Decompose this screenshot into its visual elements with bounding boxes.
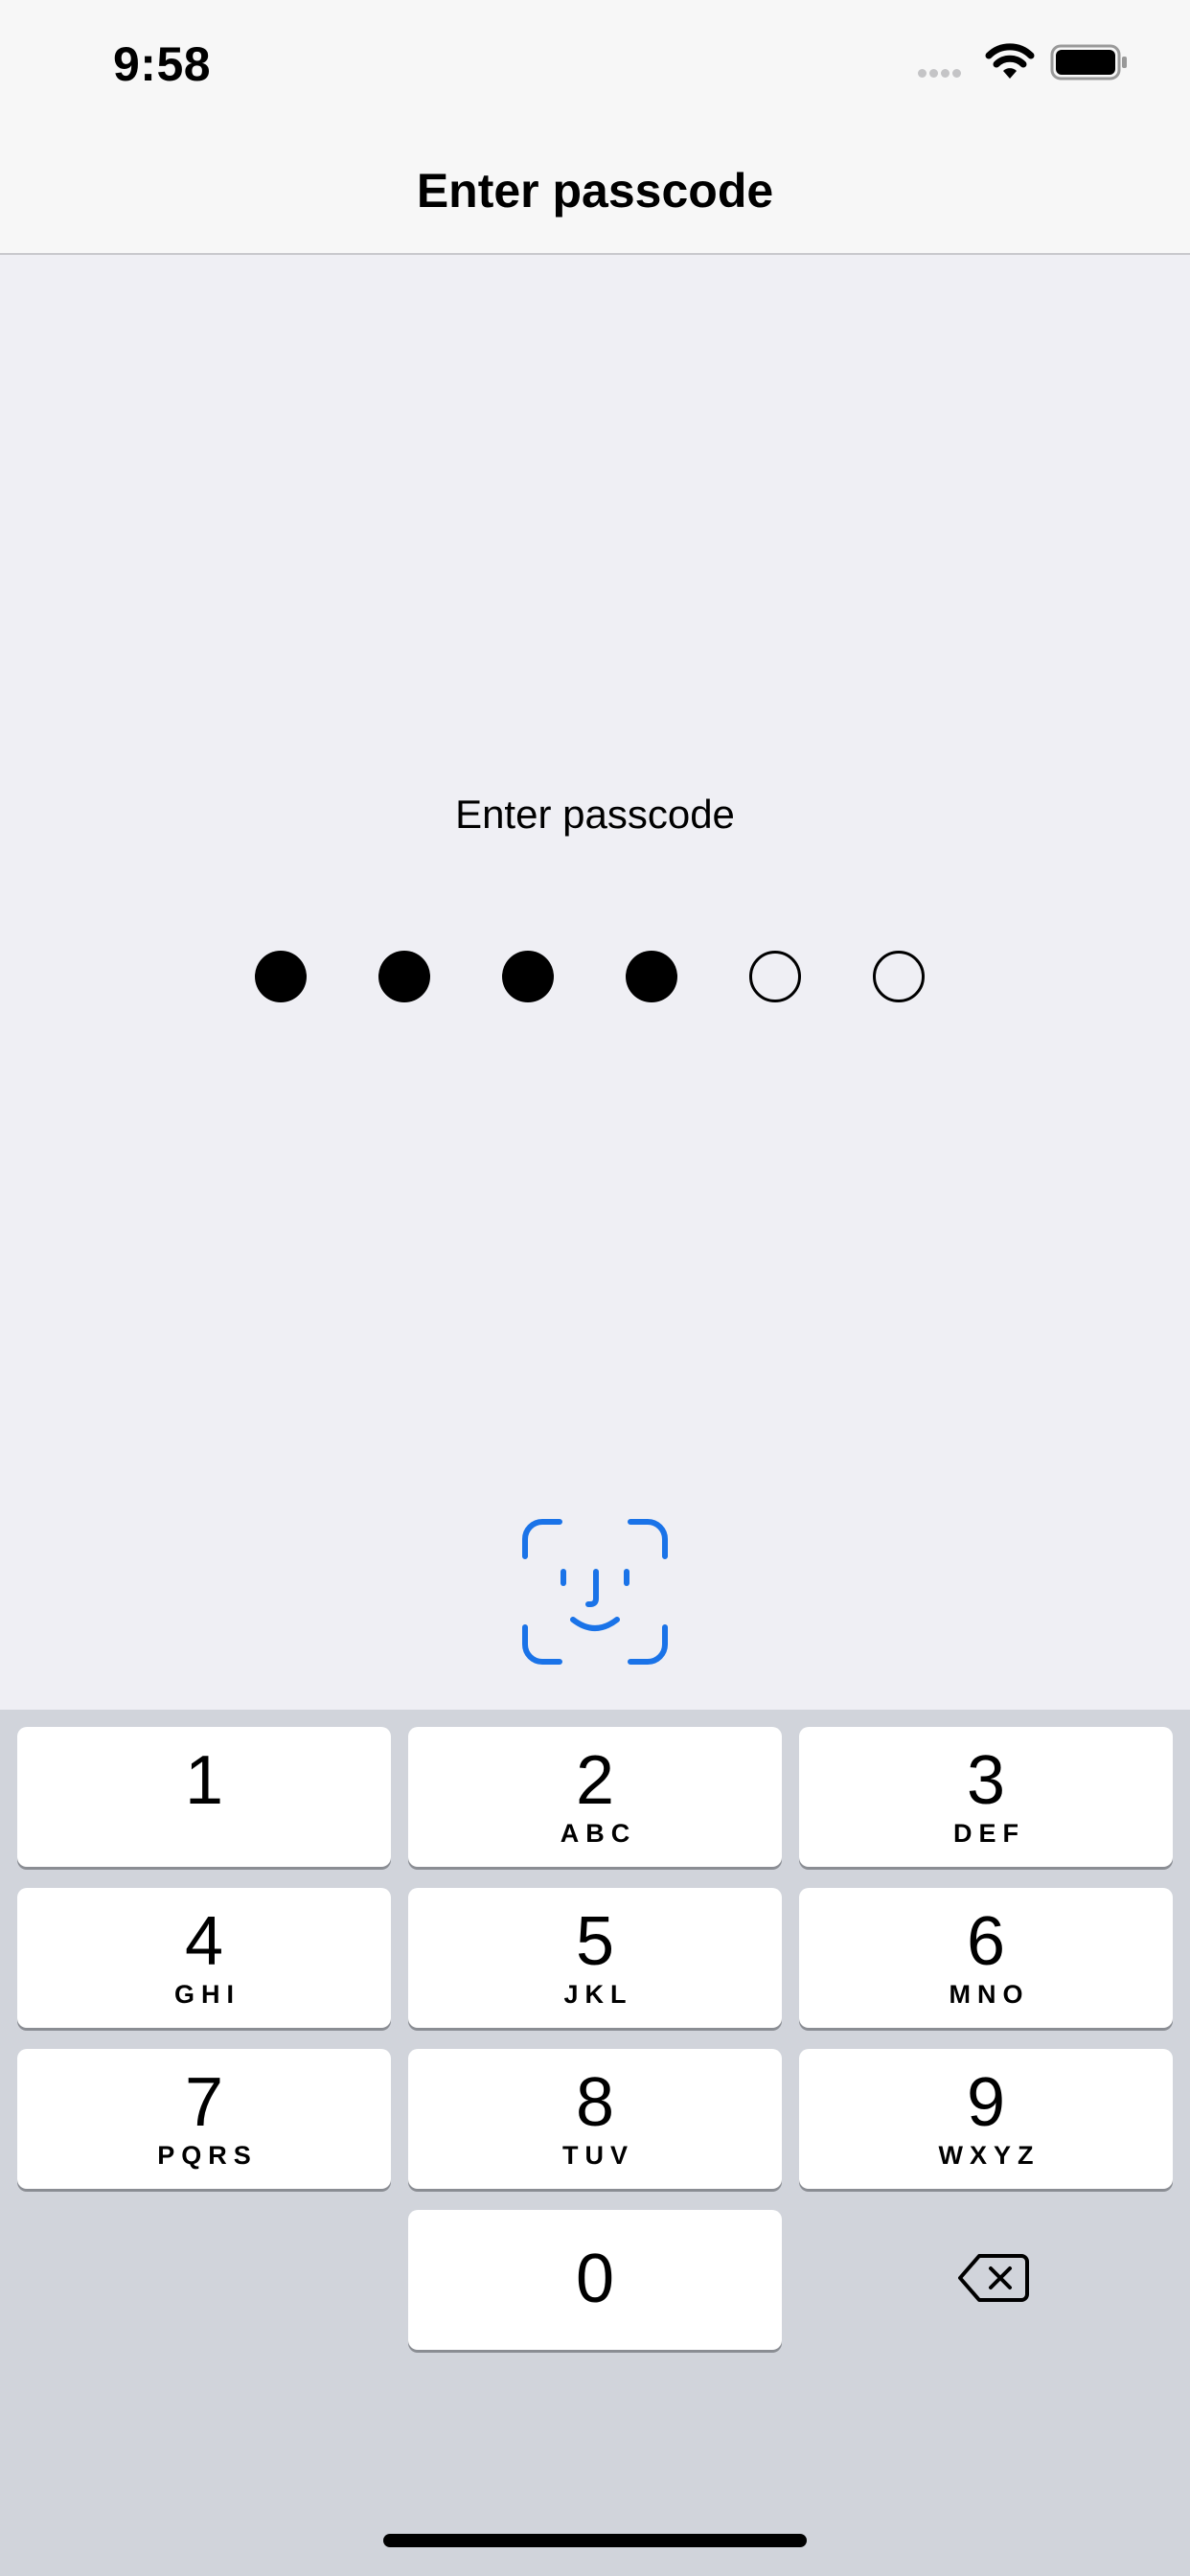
key-2[interactable]: 2 ABC [408, 1727, 782, 1867]
key-digit: 3 [966, 1742, 1006, 1819]
key-0[interactable]: 0 [408, 2210, 782, 2350]
key-digit: 8 [575, 2064, 615, 2141]
passcode-dot-filled [378, 951, 430, 1002]
home-indicator [383, 2534, 807, 2547]
key-letters: ABC [560, 1819, 637, 1848]
passcode-dot-filled [626, 951, 677, 1002]
key-digit: 6 [966, 1903, 1006, 1980]
key-7[interactable]: 7 PQRS [17, 2049, 391, 2189]
face-id-icon[interactable] [521, 1518, 669, 1666]
wifi-icon [985, 43, 1035, 79]
key-9[interactable]: 9 WXYZ [799, 2049, 1173, 2189]
key-letters: GHI [173, 1980, 240, 2009]
key-digit: 0 [575, 2241, 615, 2317]
delete-backspace-icon[interactable] [958, 2252, 1029, 2304]
key-6[interactable]: 6 MNO [799, 1888, 1173, 2028]
key-letters: TUV [562, 2141, 634, 2170]
navigation-bar: Enter passcode [0, 125, 1190, 255]
passcode-dot-empty [749, 951, 801, 1002]
key-letters: PQRS [157, 2141, 258, 2170]
key-5[interactable]: 5 JKL [408, 1888, 782, 2028]
passcode-prompt: Enter passcode [455, 792, 735, 837]
key-digit: 5 [575, 1903, 615, 1980]
passcode-dot-filled [502, 951, 554, 1002]
key-digit: 9 [966, 2064, 1006, 2141]
key-1[interactable]: 1 [17, 1727, 391, 1867]
key-3[interactable]: 3 DEF [799, 1727, 1173, 1867]
key-letters: DEF [953, 1819, 1025, 1848]
key-letters: WXYZ [938, 2141, 1041, 2170]
passcode-indicator [255, 951, 933, 1006]
passcode-dot-filled [255, 951, 307, 1002]
key-letters: JKL [563, 1980, 633, 2009]
status-bar: 9:58 [0, 0, 1190, 125]
status-time: 9:58 [113, 37, 212, 91]
key-digit: 7 [184, 2064, 224, 2141]
battery-icon [1050, 44, 1127, 80]
key-letters: MNO [949, 1980, 1030, 2009]
passcode-dot-empty [873, 951, 925, 1002]
key-8[interactable]: 8 TUV [408, 2049, 782, 2189]
cellular-signal-icon [918, 69, 964, 86]
key-digit: 2 [575, 1742, 615, 1819]
key-4[interactable]: 4 GHI [17, 1888, 391, 2028]
key-digit: 4 [184, 1903, 224, 1980]
nav-title: Enter passcode [416, 164, 774, 218]
key-digit: 1 [184, 1742, 224, 1819]
